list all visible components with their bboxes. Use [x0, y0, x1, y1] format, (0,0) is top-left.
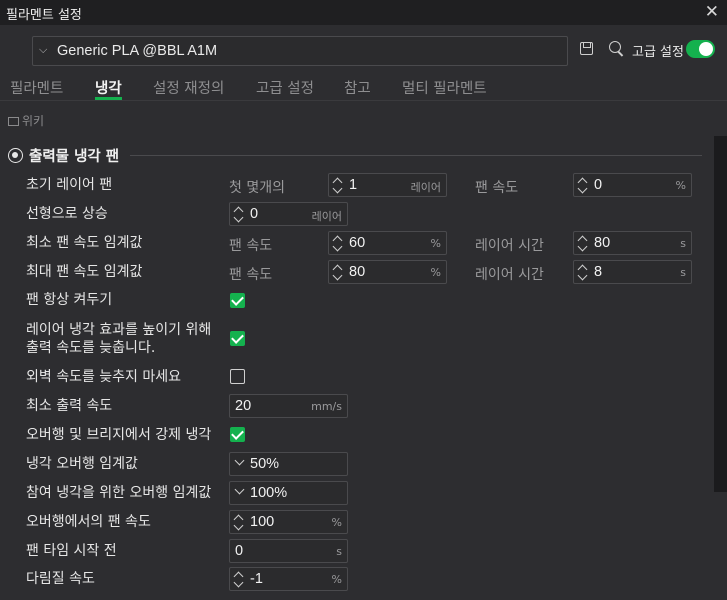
tab-filament[interactable]: 필라멘트 — [10, 77, 63, 98]
wiki-link[interactable]: 위키 — [8, 112, 44, 129]
unit-label: % — [430, 237, 441, 250]
unit-label: s — [680, 237, 686, 250]
tab-multi-filament[interactable]: 멀티 필라멘트 — [402, 77, 487, 98]
close-icon[interactable]: ✕ — [705, 2, 719, 22]
initial-fan-speed-stepper[interactable]: 0 % — [573, 173, 692, 197]
unit-label: mm/s — [311, 400, 342, 413]
max-fan-threshold-label: 최대 팬 속도 임계값 — [26, 264, 143, 280]
dont-slow-outer-wall-label: 외벽 속도를 늦추지 마세요 — [26, 369, 182, 385]
unit-label: 레이어 — [410, 181, 441, 194]
stepper-arrows-icon[interactable] — [578, 176, 588, 194]
stepper-arrows-icon[interactable] — [578, 234, 588, 252]
chevron-down-icon: ⌵ — [39, 43, 48, 56]
slow-down-label-line2: 출력 속도를 늦춥니다. — [26, 340, 156, 356]
stepper-arrows-icon[interactable] — [333, 176, 343, 194]
search-icon[interactable] — [609, 41, 621, 53]
save-icon[interactable] — [580, 42, 593, 55]
layer-time-sublabel: 레이어 시간 — [475, 238, 544, 254]
max-layer-time-value: 8 — [594, 264, 603, 280]
fan-kickstart-input[interactable]: 0 s — [229, 539, 348, 563]
unit-label: % — [430, 266, 441, 279]
min-print-speed-input[interactable]: 20 mm/s — [229, 394, 348, 418]
cooling-overhang-threshold-label: 냉각 오버행 임계값 — [26, 456, 138, 472]
min-layer-time-stepper[interactable]: 80 s — [573, 231, 692, 255]
fan-speed-sublabel: 팬 속도 — [229, 238, 273, 254]
tab-setting-overrides[interactable]: 설정 재정의 — [153, 77, 224, 98]
min-fan-speed-stepper[interactable]: 60 % — [328, 231, 447, 255]
wiki-label: 위키 — [22, 114, 45, 128]
section-title: 출력물 냉각 팬 — [29, 149, 120, 165]
scrollbar[interactable] — [714, 136, 727, 600]
max-layer-time-stepper[interactable]: 8 s — [573, 260, 692, 284]
participating-overhang-threshold-dropdown[interactable]: 100% — [229, 481, 348, 505]
force-cooling-checkbox[interactable] — [230, 427, 245, 442]
first-layers-label: 첫 몇개의 — [229, 180, 285, 196]
min-fan-speed-value: 60 — [349, 235, 366, 251]
cooling-overhang-threshold-value: 50% — [250, 456, 280, 472]
max-fan-speed-value: 80 — [349, 264, 366, 280]
tab-notes[interactable]: 참고 — [344, 77, 371, 98]
section-divider — [130, 155, 702, 156]
stepper-arrows-icon[interactable] — [234, 205, 244, 223]
cooling-overhang-threshold-dropdown[interactable]: 50% — [229, 452, 348, 476]
dont-slow-outer-wall-checkbox[interactable] — [230, 369, 245, 384]
section-header: 출력물 냉각 팬 — [8, 145, 119, 166]
fan-icon — [8, 148, 23, 163]
keep-fan-on-label: 팬 항상 켜두기 — [26, 292, 113, 308]
fan-kickstart-label: 팬 타임 시작 전 — [26, 543, 117, 559]
unit-label: s — [680, 266, 686, 279]
participating-overhang-threshold-label: 참여 냉각을 위한 오버행 임계값 — [26, 485, 212, 501]
overhang-fan-speed-stepper[interactable]: 100 % — [229, 510, 348, 534]
ironing-speed-stepper[interactable]: -1 % — [229, 567, 348, 591]
slow-down-label-line1: 레이어 냉각 효과를 높이기 위해 — [26, 322, 212, 338]
scrollbar-thumb[interactable] — [714, 136, 727, 492]
window-title: 필라멘트 설정 — [6, 8, 82, 23]
initial-layers-stepper[interactable]: 1 레이어 — [328, 173, 447, 197]
linear-ramp-value: 0 — [250, 206, 259, 222]
initial-fan-speed-value: 0 — [594, 177, 603, 193]
stepper-arrows-icon[interactable] — [234, 570, 244, 588]
ironing-speed-label: 다림질 속도 — [26, 571, 95, 587]
chevron-down-icon — [234, 455, 245, 466]
advanced-settings-toggle[interactable] — [686, 40, 715, 58]
stepper-arrows-icon[interactable] — [333, 263, 343, 281]
linear-ramp-stepper[interactable]: 0 레이어 — [229, 202, 348, 226]
fan-speed-sublabel: 팬 속도 — [475, 180, 519, 196]
stepper-arrows-icon[interactable] — [234, 513, 244, 531]
linear-ramp-label: 선형으로 상승 — [26, 206, 108, 222]
initial-layers-value: 1 — [349, 177, 358, 193]
preset-value: Generic PLA @BBL A1M — [57, 43, 218, 59]
unit-label: % — [331, 573, 342, 586]
overhang-fan-speed-value: 100 — [250, 514, 275, 530]
tab-advanced[interactable]: 고급 설정 — [256, 77, 314, 98]
force-cooling-label: 오버행 및 브리지에서 강제 냉각 — [26, 427, 212, 443]
unit-label: 레이어 — [311, 210, 342, 223]
min-layer-time-value: 80 — [594, 235, 611, 251]
min-print-speed-label: 최소 출력 속도 — [26, 398, 113, 414]
ironing-speed-value: -1 — [250, 571, 263, 587]
book-icon — [8, 117, 19, 126]
layer-time-sublabel: 레이어 시간 — [475, 267, 544, 283]
max-fan-speed-stepper[interactable]: 80 % — [328, 260, 447, 284]
slow-down-checkbox[interactable] — [230, 331, 245, 346]
tab-bar: 필라멘트 냉각 설정 재정의 고급 설정 참고 멀티 필라멘트 — [0, 75, 727, 101]
tab-cooling[interactable]: 냉각 — [95, 77, 122, 100]
stepper-arrows-icon[interactable] — [333, 234, 343, 252]
fan-kickstart-value: 0 — [235, 543, 244, 559]
chevron-down-icon — [234, 484, 245, 495]
advanced-settings-label: 고급 설정 — [632, 45, 684, 60]
participating-overhang-threshold-value: 100% — [250, 485, 288, 501]
keep-fan-on-checkbox[interactable] — [230, 293, 245, 308]
min-print-speed-value: 20 — [235, 398, 252, 414]
min-fan-threshold-label: 최소 팬 속도 임계값 — [26, 235, 143, 251]
title-bar: 필라멘트 설정 ✕ — [0, 0, 727, 25]
unit-label: s — [336, 545, 342, 558]
unit-label: % — [675, 179, 686, 192]
preset-dropdown[interactable]: ⌵ Generic PLA @BBL A1M — [32, 36, 568, 66]
initial-layer-fan-label: 초기 레이어 팬 — [26, 177, 113, 193]
stepper-arrows-icon[interactable] — [578, 263, 588, 281]
overhang-fan-speed-label: 오버행에서의 팬 속도 — [26, 514, 151, 530]
unit-label: % — [331, 516, 342, 529]
fan-speed-sublabel: 팬 속도 — [229, 267, 273, 283]
